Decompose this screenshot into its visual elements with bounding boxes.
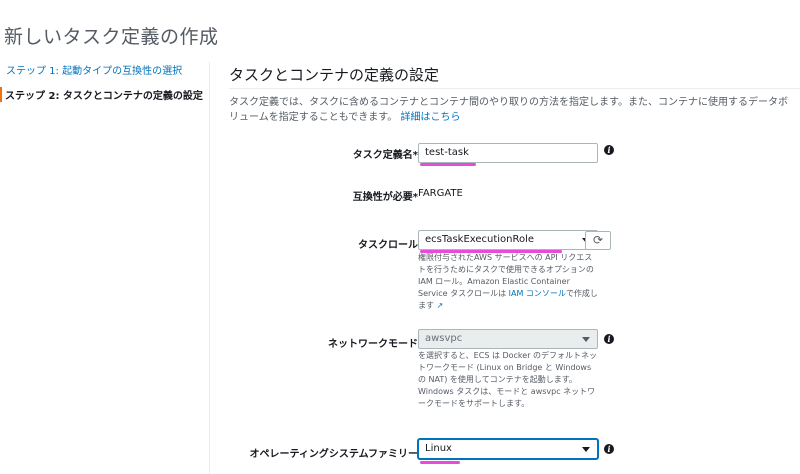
task-name-input[interactable] (418, 142, 598, 163)
os-family-select[interactable]: Linux (418, 439, 598, 459)
wizard-steps: ステップ 1: 起動タイプの互換性の選択 ステップ 2: タスクとコンテナの定義… (0, 62, 206, 102)
chevron-down-icon (582, 447, 590, 452)
network-mode-label: ネットワークモード (328, 339, 418, 350)
network-mode-select: awsvpc (418, 329, 598, 349)
section-title: タスクとコンテナの定義の設定 (229, 66, 440, 84)
refresh-icon: ⟳ (592, 233, 604, 247)
os-family-label: オペレーティングシステムファミリー (249, 449, 419, 460)
learn-more-link[interactable]: 詳細はこちら (401, 112, 461, 123)
info-icon[interactable]: i (604, 145, 614, 156)
network-mode-help: を選択すると、ECS は Docker のデフォルトネットワークモード (Lin… (418, 351, 598, 408)
network-mode-field: awsvpc (418, 329, 598, 349)
sidebar-divider (209, 62, 210, 474)
description-text: タスク定義では、タスクに含めるコンテナとコンテナ間のやり取りの方法を指定します。… (229, 97, 788, 123)
task-name-field (418, 140, 598, 163)
compatibility-label: 互換性が必要* (352, 192, 418, 203)
iam-console-link[interactable]: IAM コンソール (509, 289, 566, 298)
external-link-icon: ↗ (436, 301, 444, 310)
chevron-down-icon (582, 337, 590, 342)
task-name-label: タスク定義名* (352, 150, 418, 161)
os-family-value: Linux (425, 443, 452, 454)
task-role-select[interactable]: ecsTaskExecutionRole (418, 230, 598, 250)
step-2-current: ステップ 2: タスクとコンテナの定義の設定 (0, 87, 206, 102)
refresh-button[interactable]: ⟳ (585, 231, 611, 250)
info-icon[interactable]: i (604, 444, 614, 455)
title-rule (229, 88, 800, 89)
page-title: 新しいタスク定義の作成 (4, 26, 219, 48)
section-description: タスク定義では、タスクに含めるコンテナとコンテナ間のやり取りの方法を指定します。… (229, 95, 794, 125)
annotation-underline (420, 461, 460, 464)
step-1-link[interactable]: ステップ 1: 起動タイプの互換性の選択 (6, 62, 206, 77)
compatibility-value: FARGATE (418, 188, 463, 199)
info-icon[interactable]: i (604, 334, 614, 345)
task-role-field: ecsTaskExecutionRole (418, 230, 598, 250)
network-mode-value: awsvpc (425, 333, 463, 344)
task-role-value: ecsTaskExecutionRole (425, 234, 535, 245)
task-role-help: 権限付与されたAWS サービスへの API リクエストを行うためにタスクで使用で… (418, 253, 598, 310)
os-family-field: Linux (418, 439, 598, 459)
annotation-underline (420, 163, 476, 166)
task-role-label: タスクロール (358, 240, 418, 251)
